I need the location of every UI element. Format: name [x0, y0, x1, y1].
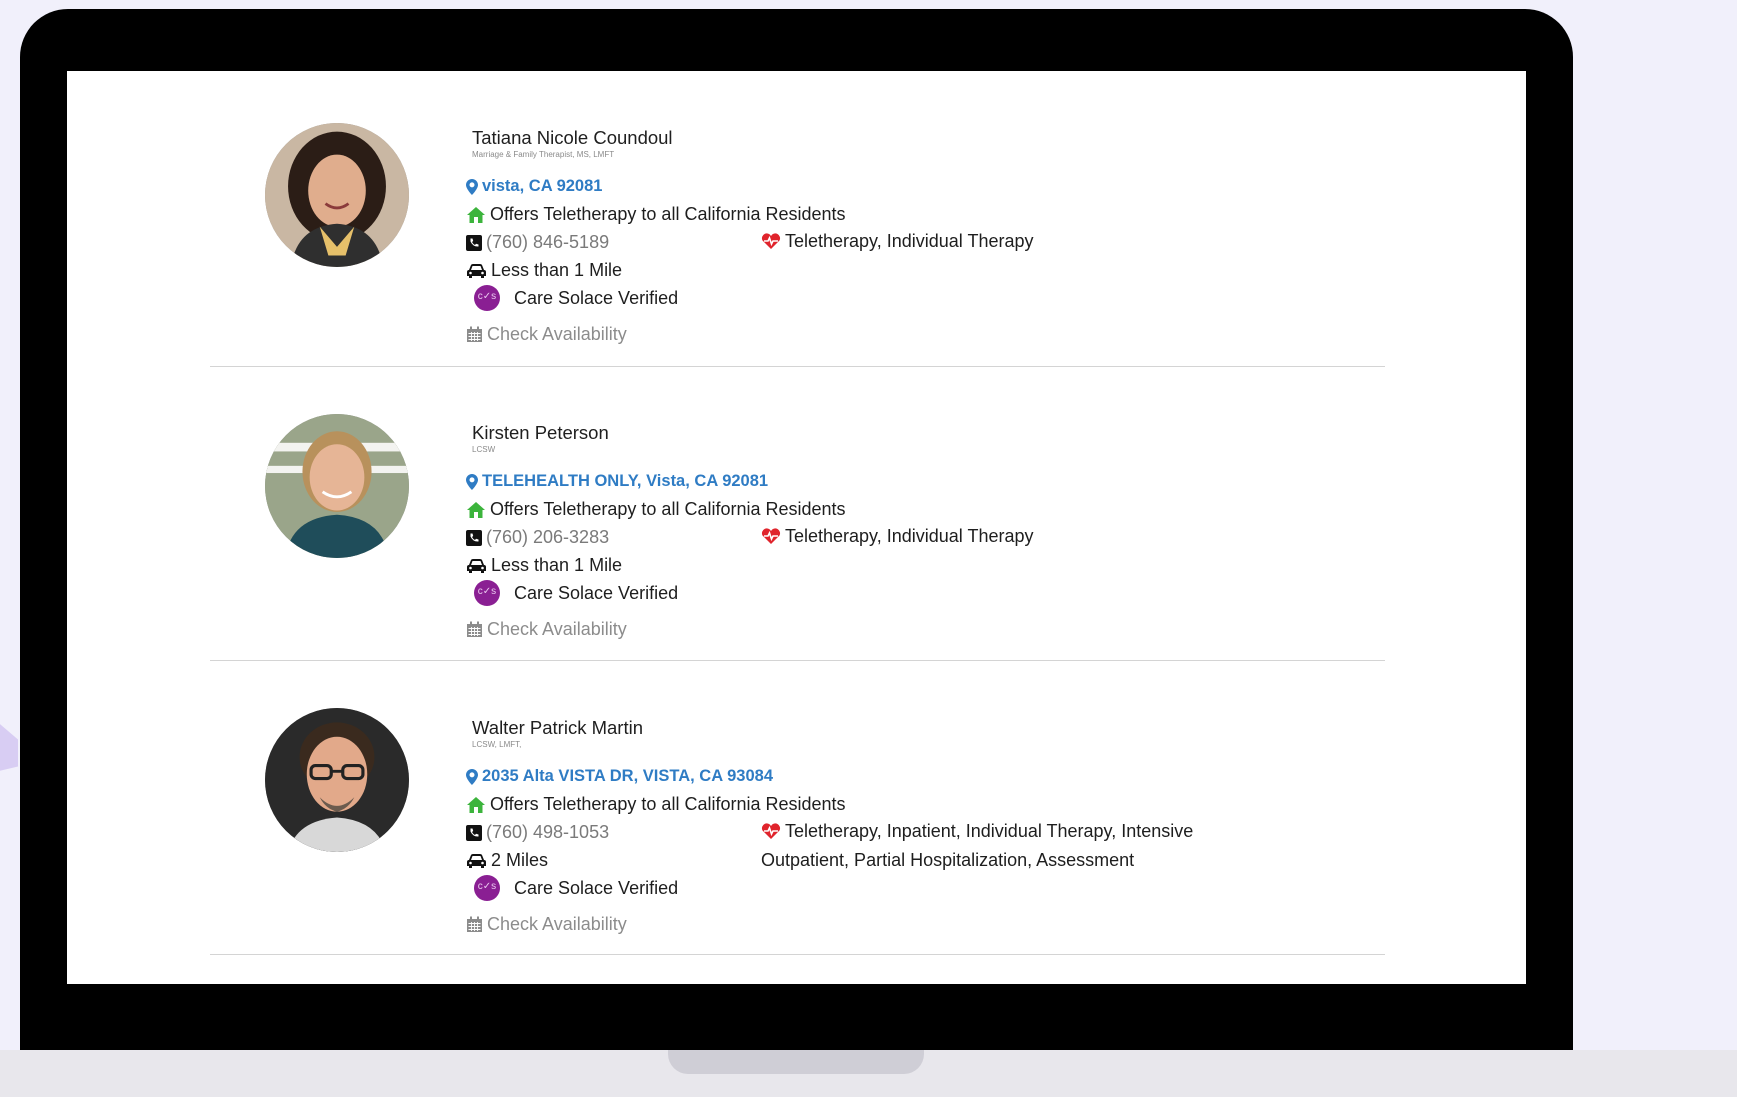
verified-text: Care Solace Verified: [514, 877, 679, 898]
avatar-photo-icon: [265, 123, 409, 267]
provider-name[interactable]: Kirsten Peterson: [472, 422, 609, 444]
phone-icon: [466, 529, 482, 546]
services-list: Teletherapy, Individual Therapy: [761, 227, 1241, 256]
phone-number: (760) 498-1053: [486, 822, 610, 842]
services-text: Teletherapy, Individual Therapy: [785, 231, 1034, 251]
distance-row: 2 Miles: [466, 850, 548, 871]
provider-name[interactable]: Tatiana Nicole Coundoul: [472, 127, 673, 149]
teletherapy-row: Offers Teletherapy to all California Res…: [466, 204, 846, 225]
check-availability-link[interactable]: Check Availability: [466, 324, 627, 345]
provider-location-link[interactable]: vista, CA 92081: [466, 177, 602, 196]
check-availability-text: Check Availability: [487, 619, 627, 639]
teletherapy-text: Offers Teletherapy to all California Res…: [490, 499, 846, 519]
distance-row: Less than 1 Mile: [466, 260, 622, 281]
distance-text: 2 Miles: [491, 850, 549, 870]
check-availability-link[interactable]: Check Availability: [466, 914, 627, 935]
home-icon: [467, 206, 485, 223]
verified-row: c✓s Care Solace Verified: [466, 875, 678, 901]
location-text: TELEHEALTH ONLY, Vista, CA 92081: [482, 472, 769, 490]
provider-credentials: LCSW: [472, 445, 496, 454]
phone-icon: [466, 234, 482, 251]
avatar: [265, 708, 409, 852]
laptop-notch: [668, 1050, 924, 1074]
phone-row[interactable]: (760) 498-1053: [466, 822, 609, 843]
provider-card: Tatiana Nicole Coundoul Marriage & Famil…: [210, 71, 1385, 367]
heartbeat-icon: [761, 823, 781, 839]
teletherapy-row: Offers Teletherapy to all California Res…: [466, 794, 846, 815]
distance-text: Less than 1 Mile: [491, 260, 623, 280]
services-text: Teletherapy, Inpatient, Individual Thera…: [761, 821, 1194, 870]
phone-row[interactable]: (760) 206-3283: [466, 527, 609, 548]
home-icon: [467, 501, 485, 518]
avatar-photo-icon: [265, 708, 409, 852]
calendar-icon: [467, 916, 482, 932]
phone-number: (760) 846-5189: [486, 232, 610, 252]
map-marker-icon: [466, 178, 478, 195]
verified-row: c✓s Care Solace Verified: [466, 580, 678, 606]
care-solace-badge-icon: c✓s: [474, 285, 500, 311]
provider-credentials: Marriage & Family Therapist, MS, LMFT: [472, 150, 615, 159]
avatar-photo-icon: [265, 414, 409, 558]
phone-icon: [466, 824, 482, 841]
services-text: Teletherapy, Individual Therapy: [785, 526, 1034, 546]
calendar-icon: [467, 326, 482, 342]
check-availability-text: Check Availability: [487, 324, 627, 344]
verified-text: Care Solace Verified: [514, 582, 679, 603]
provider-name[interactable]: Walter Patrick Martin: [472, 717, 643, 739]
map-marker-icon: [466, 768, 478, 785]
location-text: 2035 Alta VISTA DR, VISTA, CA 93084: [482, 767, 773, 785]
location-text: vista, CA 92081: [482, 177, 603, 195]
teletherapy-row: Offers Teletherapy to all California Res…: [466, 499, 846, 520]
car-icon: [467, 853, 486, 868]
decorative-shape: [0, 690, 18, 780]
check-availability-link[interactable]: Check Availability: [466, 619, 627, 640]
car-icon: [467, 558, 486, 573]
home-icon: [467, 796, 485, 813]
car-icon: [467, 263, 486, 278]
heartbeat-icon: [761, 528, 781, 544]
phone-number: (760) 206-3283: [486, 527, 610, 547]
care-solace-badge-icon: c✓s: [474, 875, 500, 901]
provider-card: Kirsten Peterson LCSW TELEHEALTH ONLY, V…: [210, 367, 1385, 661]
phone-row[interactable]: (760) 846-5189: [466, 232, 609, 253]
care-solace-badge-icon: c✓s: [474, 580, 500, 606]
verified-text: Care Solace Verified: [514, 287, 679, 308]
services-list: Teletherapy, Individual Therapy: [761, 522, 1241, 551]
calendar-icon: [467, 621, 482, 637]
provider-results-screen: Tatiana Nicole Coundoul Marriage & Famil…: [67, 71, 1526, 984]
verified-row: c✓s Care Solace Verified: [466, 285, 678, 311]
map-marker-icon: [466, 473, 478, 490]
laptop-frame: Tatiana Nicole Coundoul Marriage & Famil…: [20, 9, 1573, 1050]
provider-location-link[interactable]: TELEHEALTH ONLY, Vista, CA 92081: [466, 472, 768, 491]
teletherapy-text: Offers Teletherapy to all California Res…: [490, 794, 846, 814]
avatar: [265, 414, 409, 558]
teletherapy-text: Offers Teletherapy to all California Res…: [490, 204, 846, 224]
provider-credentials: LCSW, LMFT,: [472, 740, 522, 749]
heartbeat-icon: [761, 233, 781, 249]
check-availability-text: Check Availability: [487, 914, 627, 934]
distance-text: Less than 1 Mile: [491, 555, 623, 575]
services-list: Teletherapy, Inpatient, Individual Thera…: [761, 817, 1241, 874]
provider-card: Walter Patrick Martin LCSW, LMFT, 2035 A…: [210, 661, 1385, 955]
provider-location-link[interactable]: 2035 Alta VISTA DR, VISTA, CA 93084: [466, 767, 773, 786]
avatar: [265, 123, 409, 267]
distance-row: Less than 1 Mile: [466, 555, 622, 576]
